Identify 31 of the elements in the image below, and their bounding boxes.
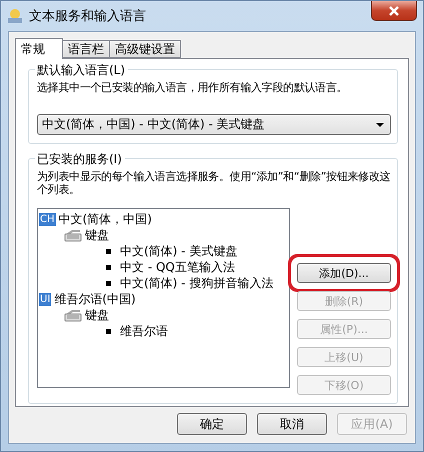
close-button[interactable]	[371, 1, 417, 21]
dialog-button[interactable]: 取消	[257, 413, 327, 435]
tab[interactable]: 语言栏	[62, 40, 110, 58]
tree-item[interactable]: 中文 - QQ五笔输入法	[120, 258, 235, 276]
group-title: 已安装的服务(I)	[35, 151, 125, 168]
keyboard-icon	[64, 228, 82, 242]
tree-item[interactable]: 中文(简体) - 美式键盘	[120, 242, 238, 260]
group-title: 默认输入语言(L)	[35, 62, 128, 79]
language-badge: UI	[39, 292, 52, 306]
bullet-icon	[106, 280, 111, 286]
app-icon	[7, 8, 23, 24]
language-badge: CH	[39, 212, 56, 226]
tab[interactable]: 常规	[15, 38, 63, 59]
description-text: 为列表中显示的每个输入语言选择服务。使用“添加”和“删除”按钮来修改这个列表。	[37, 170, 391, 196]
tree-item[interactable]: 键盘	[85, 306, 109, 324]
bullet-icon	[106, 328, 111, 334]
bullet-icon	[106, 264, 111, 270]
window-title: 文本服务和输入语言	[29, 8, 147, 25]
tree-item[interactable]: 中文(简体，中国)	[58, 210, 152, 228]
bullet-icon	[106, 248, 111, 254]
tab[interactable]: 高级键设置	[109, 40, 181, 58]
tree-item[interactable]: 维吾尔语	[120, 322, 168, 340]
tree-item[interactable]: 中文(简体) - 搜狗拼音输入法	[120, 274, 274, 292]
tree-item[interactable]: 键盘	[85, 226, 109, 244]
tree-item[interactable]: 维吾尔语(中国)	[54, 290, 136, 308]
language-dropdown[interactable]: 中文(简体，中国) - 中文(简体) - 美式键盘	[37, 114, 391, 135]
dropdown-arrow-icon	[376, 122, 384, 126]
description-text: 选择其中一个已安装的输入语言，用作所有输入字段的默认语言。	[37, 81, 348, 94]
dialog-button[interactable]: 确定	[177, 413, 247, 435]
close-icon	[388, 6, 400, 16]
keyboard-icon	[64, 308, 82, 322]
